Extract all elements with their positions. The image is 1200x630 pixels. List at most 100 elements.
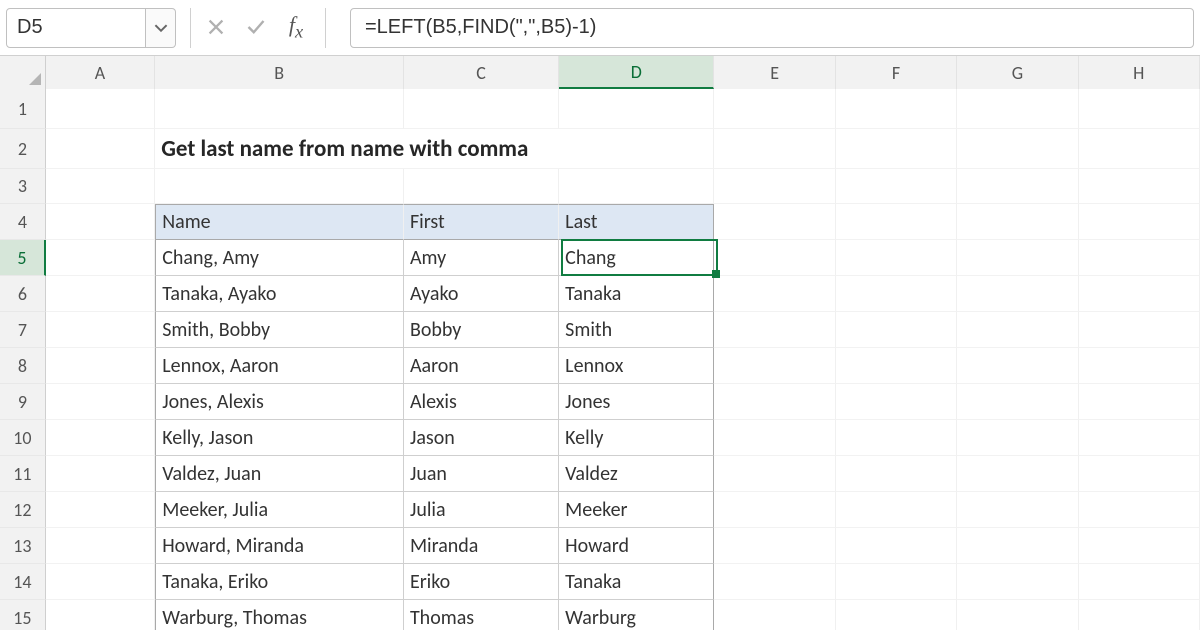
row-header-2[interactable]: 2 — [0, 129, 46, 169]
accept-formula-button[interactable] — [245, 18, 267, 36]
cell-last[interactable]: Meeker — [559, 492, 714, 528]
cell-E12[interactable] — [714, 492, 835, 528]
cell-first[interactable]: Bobby — [404, 312, 559, 348]
cell-first[interactable]: Juan — [404, 456, 559, 492]
cell-last[interactable]: Lennox — [559, 348, 714, 384]
cell-G14[interactable] — [957, 564, 1078, 600]
cell-A15[interactable] — [46, 600, 155, 630]
cell-first[interactable]: Julia — [404, 492, 559, 528]
cell-name[interactable]: Meeker, Julia — [155, 492, 404, 528]
cell-first[interactable]: Aaron — [404, 348, 559, 384]
cell-D3[interactable] — [559, 169, 714, 204]
cell-H6[interactable] — [1079, 276, 1200, 312]
cell-H4[interactable] — [1079, 204, 1200, 240]
col-header-H[interactable]: H — [1079, 56, 1200, 89]
cell-F4[interactable] — [836, 204, 957, 240]
cell-G15[interactable] — [957, 600, 1078, 630]
cell-A10[interactable] — [46, 420, 155, 456]
row-header-10[interactable]: 10 — [0, 420, 46, 456]
row-header-3[interactable]: 3 — [0, 169, 46, 204]
row-header-7[interactable]: 7 — [0, 312, 46, 348]
cell-A5[interactable] — [46, 240, 155, 276]
cell-name[interactable]: Howard, Miranda — [155, 528, 404, 564]
cell-last[interactable]: Jones — [559, 384, 714, 420]
cell-last[interactable]: Howard — [559, 528, 714, 564]
row-header-13[interactable]: 13 — [0, 528, 46, 564]
cell-F10[interactable] — [836, 420, 957, 456]
cell-A11[interactable] — [46, 456, 155, 492]
cell-G11[interactable] — [957, 456, 1078, 492]
cell-F14[interactable] — [836, 564, 957, 600]
cell-first[interactable]: Thomas — [404, 600, 559, 630]
cell-E6[interactable] — [714, 276, 835, 312]
col-header-F[interactable]: F — [836, 56, 957, 89]
cell-B3[interactable] — [155, 169, 404, 204]
row-header-4[interactable]: 4 — [0, 204, 46, 240]
cell-name[interactable]: Kelly, Jason — [155, 420, 404, 456]
cell-C1[interactable] — [404, 89, 559, 129]
cell-F2[interactable] — [836, 129, 957, 169]
cell-first[interactable]: Miranda — [404, 528, 559, 564]
cell-last[interactable]: Smith — [559, 312, 714, 348]
cell-E9[interactable] — [714, 384, 835, 420]
cell-A14[interactable] — [46, 564, 155, 600]
row-header-14[interactable]: 14 — [0, 564, 46, 600]
col-header-G[interactable]: G — [957, 56, 1078, 89]
cell-first[interactable]: Jason — [404, 420, 559, 456]
cell-E4[interactable] — [714, 204, 835, 240]
cell-first[interactable]: Ayako — [404, 276, 559, 312]
cell-first[interactable]: Eriko — [404, 564, 559, 600]
row-header-5[interactable]: 5 — [0, 240, 46, 276]
cell-G3[interactable] — [957, 169, 1078, 204]
name-box[interactable] — [6, 8, 146, 48]
select-all-corner[interactable] — [0, 56, 46, 89]
cell-A12[interactable] — [46, 492, 155, 528]
cell-name[interactable]: Smith, Bobby — [155, 312, 404, 348]
cell-G1[interactable] — [957, 89, 1078, 129]
cell-A3[interactable] — [46, 169, 155, 204]
formula-input[interactable] — [350, 8, 1194, 48]
cell-B1[interactable] — [155, 89, 404, 129]
cell-H14[interactable] — [1079, 564, 1200, 600]
row-header-12[interactable]: 12 — [0, 492, 46, 528]
name-box-dropdown[interactable] — [146, 8, 176, 48]
cell-F3[interactable] — [836, 169, 957, 204]
cancel-formula-button[interactable] — [205, 19, 227, 35]
cell-E15[interactable] — [714, 600, 835, 630]
cell-F12[interactable] — [836, 492, 957, 528]
row-header-9[interactable]: 9 — [0, 384, 46, 420]
cell-D1[interactable] — [559, 89, 714, 129]
cell-A8[interactable] — [46, 348, 155, 384]
cell-F8[interactable] — [836, 348, 957, 384]
cell-F13[interactable] — [836, 528, 957, 564]
insert-function-button[interactable]: fx — [285, 12, 307, 42]
cell-F15[interactable] — [836, 600, 957, 630]
cell-H8[interactable] — [1079, 348, 1200, 384]
cell-G7[interactable] — [957, 312, 1078, 348]
cell-A1[interactable] — [46, 89, 155, 129]
cell-H5[interactable] — [1079, 240, 1200, 276]
row-header-6[interactable]: 6 — [0, 276, 46, 312]
cell-G12[interactable] — [957, 492, 1078, 528]
cell-F11[interactable] — [836, 456, 957, 492]
cell-F9[interactable] — [836, 384, 957, 420]
row-header-8[interactable]: 8 — [0, 348, 46, 384]
cell-last[interactable]: Tanaka — [559, 564, 714, 600]
cell-E11[interactable] — [714, 456, 835, 492]
cell-H1[interactable] — [1079, 89, 1200, 129]
cell-last[interactable]: Tanaka — [559, 276, 714, 312]
cell-G10[interactable] — [957, 420, 1078, 456]
cell-last[interactable]: Chang — [559, 240, 714, 276]
cell-E7[interactable] — [714, 312, 835, 348]
cell-F7[interactable] — [836, 312, 957, 348]
cell-B2[interactable]: Get last name from name with comma — [155, 129, 714, 169]
cell-E14[interactable] — [714, 564, 835, 600]
cell-C3[interactable] — [404, 169, 559, 204]
cell-last[interactable]: Kelly — [559, 420, 714, 456]
cell-name[interactable]: Jones, Alexis — [155, 384, 404, 420]
cell-G2[interactable] — [957, 129, 1078, 169]
cell-A13[interactable] — [46, 528, 155, 564]
cell-H11[interactable] — [1079, 456, 1200, 492]
cell-first[interactable]: Amy — [404, 240, 559, 276]
cell-A9[interactable] — [46, 384, 155, 420]
